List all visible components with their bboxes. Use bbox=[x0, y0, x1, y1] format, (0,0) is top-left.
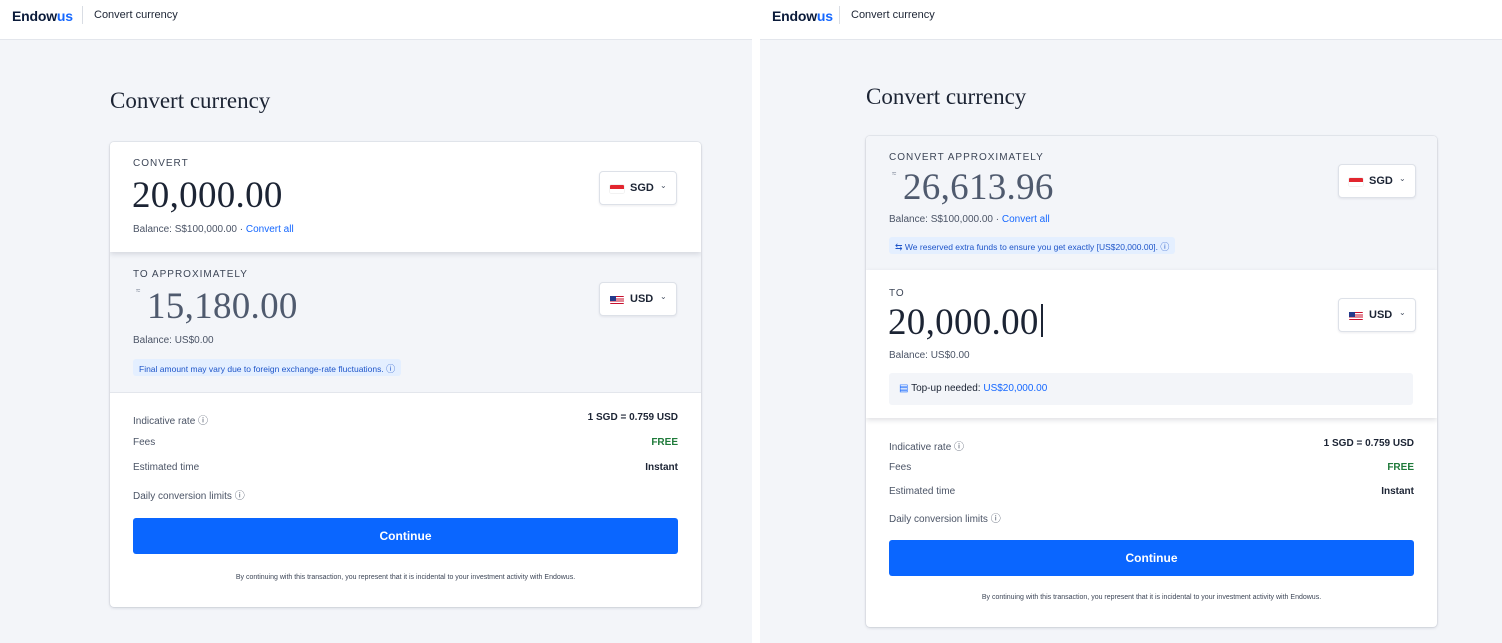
daily-limits-text: Daily conversion limits bbox=[889, 514, 988, 525]
from-currency-code: SGD bbox=[1369, 175, 1393, 187]
convert-to-section: TO APPROXIMATELY ≈ 15,180.00 Balance: US… bbox=[110, 252, 701, 392]
approx-icon: ≈ bbox=[892, 169, 897, 178]
page-title: Convert currency bbox=[866, 84, 1027, 109]
logo-accent-text: us bbox=[816, 8, 833, 24]
convert-panel-right: Endowus Convert currency Convert currenc… bbox=[760, 0, 1502, 643]
topup-amount: US$20,000.00 bbox=[983, 383, 1048, 394]
page-title: Convert currency bbox=[110, 88, 271, 113]
balance-text: Balance: S$100,000.00 · bbox=[133, 224, 246, 235]
to-label: TO bbox=[889, 288, 905, 299]
estimated-time-value: Instant bbox=[1381, 486, 1414, 497]
chevron-down-icon: ⌄ bbox=[1399, 174, 1406, 183]
info-icon[interactable]: ⓘ bbox=[235, 491, 245, 502]
fx-fluctuation-notice: Final amount may vary due to foreign exc… bbox=[133, 359, 402, 376]
continue-button[interactable]: Continue bbox=[889, 540, 1414, 576]
to-label: TO APPROXIMATELY bbox=[133, 269, 248, 280]
receipt-icon: ▤ bbox=[899, 383, 909, 394]
to-currency-select[interactable]: USD ⌄ bbox=[599, 282, 677, 316]
continue-button[interactable]: Continue bbox=[133, 518, 678, 554]
from-currency-select[interactable]: SGD ⌄ bbox=[599, 171, 677, 205]
sg-flag-icon bbox=[1349, 178, 1363, 186]
convert-approximately-label: CONVERT APPROXIMATELY bbox=[889, 152, 1044, 163]
usd-balance: Balance: US$0.00 bbox=[133, 335, 214, 346]
indicative-rate-text: Indicative rate bbox=[889, 442, 952, 453]
conversion-card: CONVERT 20,000.00 Balance: S$100,000.00 … bbox=[110, 142, 701, 607]
topbar-divider bbox=[839, 6, 840, 24]
info-icon[interactable]: ⓘ bbox=[386, 364, 395, 374]
panel-divider bbox=[752, 0, 760, 643]
topup-needed-banner: ▤ Top-up needed: US$20,000.00 bbox=[889, 373, 1413, 405]
indicative-rate-label: Indicative rate ⓘ bbox=[133, 412, 208, 427]
convert-from-section: CONVERT APPROXIMATELY ≈ 26,613.96 Balanc… bbox=[866, 136, 1437, 270]
chevron-down-icon: ⌄ bbox=[660, 181, 667, 190]
convert-all-link[interactable]: Convert all bbox=[246, 224, 294, 235]
sgd-balance: Balance: S$100,000.00 · Convert all bbox=[133, 224, 294, 235]
convert-amount: 26,613.96 bbox=[903, 167, 1054, 208]
logo-text: Endow bbox=[772, 8, 817, 24]
sg-flag-icon bbox=[610, 185, 624, 193]
disclaimer-text: By continuing with this transaction, you… bbox=[981, 594, 1322, 601]
topbar-title: Convert currency bbox=[851, 9, 935, 21]
convert-all-link[interactable]: Convert all bbox=[1002, 214, 1050, 225]
indicative-rate-value: 1 SGD = 0.759 USD bbox=[587, 412, 678, 423]
topup-label: Top-up needed: bbox=[911, 383, 984, 394]
indicative-rate-text: Indicative rate bbox=[133, 416, 196, 427]
estimated-time-value: Instant bbox=[645, 462, 678, 473]
logo-text: Endow bbox=[12, 8, 57, 24]
notice-text: Final amount may vary due to foreign exc… bbox=[139, 364, 384, 374]
notice-text: We reserved extra funds to ensure you ge… bbox=[904, 242, 1159, 252]
fees-label: Fees bbox=[889, 462, 912, 473]
disclaimer-text: By continuing with this transaction, you… bbox=[235, 574, 576, 581]
to-amount: 15,180.00 bbox=[147, 286, 298, 327]
exchange-icon: ⇆ bbox=[895, 242, 903, 252]
approx-icon: ≈ bbox=[136, 286, 141, 295]
info-icon[interactable]: ⓘ bbox=[954, 442, 964, 453]
estimated-time-label: Estimated time bbox=[889, 486, 956, 497]
convert-from-section: CONVERT 20,000.00 Balance: S$100,000.00 … bbox=[110, 142, 701, 252]
convert-panel-left: Endowus Convert currency Convert currenc… bbox=[0, 0, 752, 643]
top-bar: Endowus Convert currency bbox=[0, 0, 752, 40]
estimated-time-label: Estimated time bbox=[133, 462, 200, 473]
balance-text: Balance: S$100,000.00 · bbox=[889, 214, 1002, 225]
daily-limits-label[interactable]: Daily conversion limits ⓘ bbox=[133, 487, 245, 502]
topbar-title: Convert currency bbox=[94, 9, 178, 21]
fees-label: Fees bbox=[133, 437, 156, 448]
us-flag-icon bbox=[610, 296, 624, 304]
daily-limits-text: Daily conversion limits bbox=[133, 491, 232, 502]
top-bar: Endowus Convert currency bbox=[760, 0, 1502, 40]
indicative-rate-label: Indicative rate ⓘ bbox=[889, 438, 964, 453]
convert-label: CONVERT bbox=[133, 158, 189, 169]
section-divider bbox=[110, 392, 701, 393]
endowus-logo[interactable]: Endowus bbox=[12, 8, 73, 24]
us-flag-icon bbox=[1349, 312, 1363, 320]
info-icon[interactable]: ⓘ bbox=[198, 416, 208, 427]
logo-accent-text: us bbox=[56, 8, 73, 24]
endowus-logo[interactable]: Endowus bbox=[772, 8, 833, 24]
sgd-balance: Balance: S$100,000.00 · Convert all bbox=[889, 214, 1050, 225]
daily-limits-label[interactable]: Daily conversion limits ⓘ bbox=[889, 510, 1001, 525]
to-currency-code: USD bbox=[1369, 309, 1393, 321]
info-icon[interactable]: ⓘ bbox=[991, 514, 1001, 525]
convert-amount-input[interactable]: 20,000.00 bbox=[132, 174, 283, 217]
reserved-funds-notice: ⇆ We reserved extra funds to ensure you … bbox=[889, 237, 1176, 254]
to-amount-text: 20,000.00 bbox=[888, 302, 1039, 343]
to-amount-input[interactable]: 20,000.00 bbox=[888, 301, 1043, 344]
usd-balance: Balance: US$0.00 bbox=[889, 350, 970, 361]
convert-to-section: TO 20,000.00 Balance: US$0.00 ▤ Top-up n… bbox=[866, 270, 1437, 418]
topbar-divider bbox=[82, 6, 83, 24]
indicative-rate-value: 1 SGD = 0.759 USD bbox=[1323, 438, 1414, 449]
info-icon[interactable]: ⓘ bbox=[1160, 242, 1169, 252]
chevron-down-icon: ⌄ bbox=[660, 292, 667, 301]
from-currency-code: SGD bbox=[630, 182, 654, 194]
chevron-down-icon: ⌄ bbox=[1399, 308, 1406, 317]
from-currency-select[interactable]: SGD ⌄ bbox=[1338, 164, 1416, 198]
text-cursor bbox=[1040, 304, 1043, 337]
to-currency-code: USD bbox=[630, 293, 654, 305]
fees-value: FREE bbox=[651, 437, 678, 448]
fees-value: FREE bbox=[1387, 462, 1414, 473]
conversion-card: CONVERT APPROXIMATELY ≈ 26,613.96 Balanc… bbox=[866, 136, 1437, 627]
to-currency-select[interactable]: USD ⌄ bbox=[1338, 298, 1416, 332]
